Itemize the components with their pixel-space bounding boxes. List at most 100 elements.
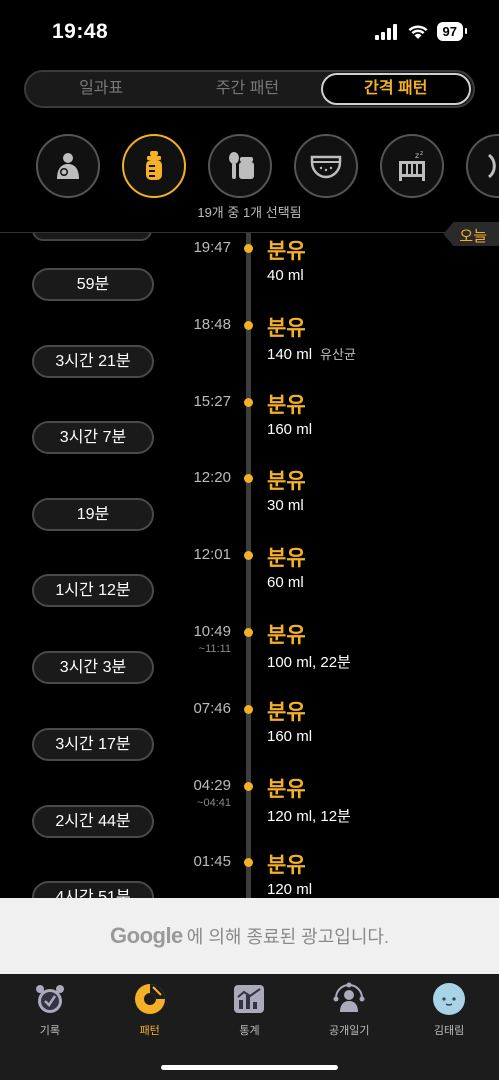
- selection-summary: 19개 중 1개 선택됨: [197, 205, 302, 220]
- category-breastfeeding[interactable]: [36, 134, 100, 198]
- bottom-navigation: 기록 패턴 통계 공개일기 김태림: [0, 974, 499, 1080]
- entry-title: 분유: [267, 854, 306, 877]
- entry-title: 분유: [267, 240, 306, 263]
- entry-time: 12:20: [193, 469, 231, 486]
- home-indicator: [161, 1065, 338, 1070]
- entry-amount: 160 ml: [267, 728, 313, 745]
- entry-amount: 40 ml: [267, 267, 304, 284]
- entry-dot: [244, 244, 253, 253]
- tab-interval-pattern[interactable]: 간격 패턴: [320, 73, 471, 105]
- category-diaper[interactable]: [294, 134, 358, 198]
- breastfeeding-icon: [57, 153, 79, 179]
- entry-time: 01:45: [193, 853, 231, 870]
- interval-pill: 59분: [32, 268, 154, 301]
- tab-weekly-pattern[interactable]: 주간 패턴: [174, 73, 320, 105]
- entry-time: 15:27: [193, 393, 231, 410]
- entry-title: 분유: [267, 317, 306, 340]
- status-time: 19:48: [52, 20, 109, 43]
- pattern-chart-icon: [133, 982, 167, 1016]
- interval-pill: 19분: [32, 498, 154, 531]
- entry-dot: [244, 628, 253, 637]
- google-logo: Google: [110, 923, 183, 948]
- entry-detail: 120 ml: [267, 881, 312, 898]
- entry-detail: 160 ml: [267, 728, 312, 745]
- entry-time: 10:49: [193, 623, 231, 640]
- nav-label: 공개일기: [329, 1025, 370, 1037]
- category-formula[interactable]: [122, 134, 186, 198]
- entry-time: 18:48: [193, 316, 231, 333]
- interval-pill-partial: [32, 233, 152, 241]
- category-filter-row: z z: [36, 134, 499, 198]
- alarm-clock-icon: [33, 982, 67, 1016]
- ad-closed-message: 에 의해 종료된 광고입니다.: [186, 927, 389, 947]
- svg-text:z: z: [420, 150, 423, 157]
- entry-title: 분유: [267, 624, 306, 647]
- timeline-axis: [246, 233, 251, 898]
- entry-end-time: ~04:41: [197, 797, 231, 809]
- nav-label: 통계: [239, 1025, 260, 1037]
- entry-detail: 120 ml, 12분: [267, 805, 351, 826]
- entry-dot: [244, 474, 253, 483]
- wifi-icon: [408, 24, 428, 39]
- entry-detail: 30 ml: [267, 497, 304, 514]
- interval-pill: 3시간 3분: [32, 651, 154, 684]
- entry-dot: [244, 551, 253, 560]
- interval-pill: 4시간 51분: [32, 881, 154, 898]
- entry-detail: 40 ml: [267, 267, 304, 284]
- cellular-signal-icon: [374, 23, 397, 40]
- baby-food-icon: [229, 152, 254, 179]
- ad-banner[interactable]: Google 에 의해 종료된 광고입니다.: [0, 898, 499, 974]
- statistics-icon: [232, 982, 266, 1016]
- entry-end-time: ~11:11: [198, 643, 231, 655]
- entry-time: 19:47: [193, 239, 231, 256]
- entry-amount: 100 ml, 22분: [267, 654, 351, 671]
- category-more[interactable]: [466, 134, 499, 198]
- entry-time: 04:29: [193, 777, 231, 794]
- entry-amount: 140 ml: [267, 346, 313, 363]
- entry-detail: 60 ml: [267, 574, 304, 591]
- entry-dot: [244, 782, 253, 791]
- baby-avatar-icon: [432, 982, 466, 1016]
- interval-pill: 2시간 44분: [32, 805, 154, 838]
- entry-note: 유산균: [320, 347, 356, 362]
- baby-bottle-icon: [146, 151, 162, 180]
- entry-detail: 160 ml: [267, 421, 312, 438]
- interval-pill: 3시간 17분: [32, 728, 154, 761]
- entry-title: 분유: [267, 394, 306, 417]
- entry-time: 12:01: [193, 546, 231, 563]
- status-indicators: 97: [374, 22, 468, 41]
- category-baby-food[interactable]: [208, 134, 272, 198]
- status-bar: 19:48 97: [0, 0, 499, 62]
- nav-label: 패턴: [139, 1025, 160, 1037]
- entry-title: 분유: [267, 547, 306, 570]
- category-sleep[interactable]: z z: [380, 134, 444, 198]
- crib-sleep-icon: z z: [399, 150, 425, 181]
- entry-title: 분유: [267, 470, 306, 493]
- interval-pill: 1시간 12분: [32, 574, 154, 607]
- entry-dot: [244, 705, 253, 714]
- entry-title: 분유: [267, 701, 306, 724]
- interval-pill: 3시간 21분: [32, 345, 154, 378]
- entry-time: 07:46: [193, 700, 231, 717]
- diaper-icon: [310, 155, 342, 179]
- entry-title: 분유: [267, 778, 306, 801]
- entry-dot: [244, 398, 253, 407]
- interval-pill: 3시간 7분: [32, 421, 154, 454]
- svg-text:z: z: [415, 151, 419, 160]
- nav-profile[interactable]: 김태림: [399, 974, 499, 1080]
- entry-amount: 30 ml: [267, 497, 304, 514]
- more-category-icon: [487, 153, 496, 179]
- entry-detail: 140 ml 유산균: [267, 344, 356, 363]
- entry-amount: 160 ml: [267, 421, 313, 438]
- entry-amount: 120 ml: [267, 881, 313, 898]
- entry-amount: 120 ml, 12분: [267, 808, 351, 825]
- entry-detail: 100 ml, 22분: [267, 651, 351, 672]
- tab-daily-schedule[interactable]: 일과표: [28, 73, 174, 105]
- nav-label: 기록: [39, 1025, 61, 1037]
- entry-dot: [244, 321, 253, 330]
- nav-record[interactable]: 기록: [0, 974, 100, 1080]
- entry-amount: 60 ml: [267, 574, 304, 591]
- public-diary-icon: [332, 982, 366, 1016]
- nav-label: 김태림: [433, 1025, 465, 1037]
- interval-timeline[interactable]: 19:47 분유 40 ml 59분 18:48 분유 140 ml 유산균 3시…: [0, 233, 499, 898]
